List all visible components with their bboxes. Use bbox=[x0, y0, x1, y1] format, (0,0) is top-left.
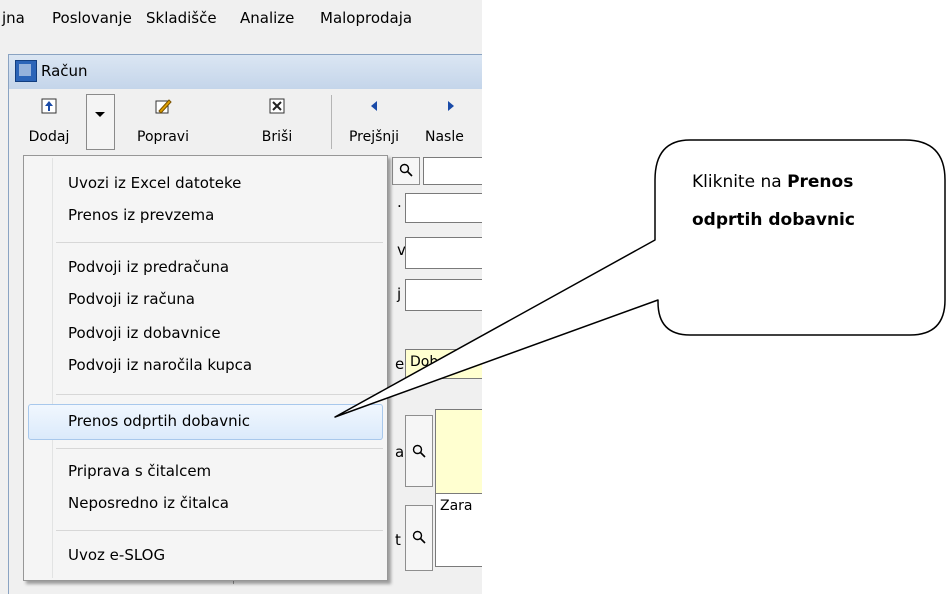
callout-bold-text: Prenos bbox=[787, 172, 854, 192]
callout-text-line-2: odprtih dobavnic bbox=[692, 210, 855, 230]
callout-text-line-1: Kliknite na Prenos bbox=[692, 172, 853, 192]
callout-bold-text-2: odprtih dobavnic bbox=[692, 210, 855, 230]
callout-bubble bbox=[334, 139, 946, 418]
callout-normal-text: Kliknite na bbox=[692, 172, 788, 192]
